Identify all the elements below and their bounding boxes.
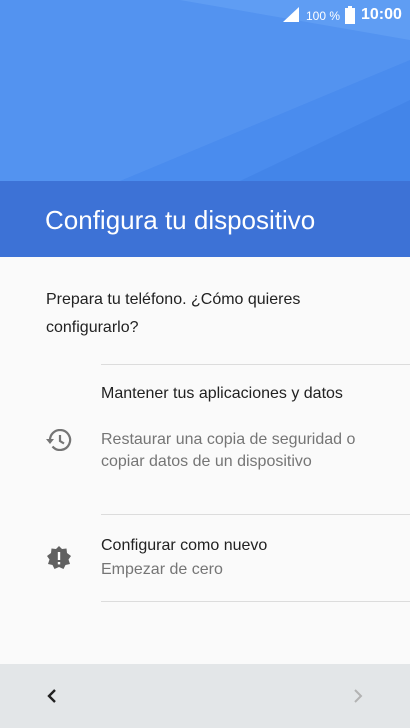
chevron-right-icon[interactable]	[346, 684, 370, 708]
battery-icon	[345, 6, 355, 24]
setup-as-new-option[interactable]: Configurar como nuevo Empezar de cero	[0, 515, 410, 601]
setup-prompt: Prepara tu teléfono. ¿Cómo quieres confi…	[46, 291, 301, 336]
option-title: Mantener tus aplicaciones y datos	[101, 385, 343, 402]
setup-content: Prepara tu teléfono. ¿Cómo quieres confi…	[0, 257, 410, 664]
header-banner: 100 % 10:00	[0, 0, 410, 181]
option-subtitle: Restaurar una copia de seguridad o copia…	[101, 431, 356, 470]
title-bar: Configura tu dispositivo	[0, 181, 410, 257]
chevron-left-icon[interactable]	[40, 684, 64, 708]
battery-percent: 100 %	[306, 9, 341, 23]
status-bar: 100 % 10:00	[0, 0, 410, 30]
restore-history-icon	[46, 429, 72, 451]
signal-icon	[283, 7, 299, 22]
new-device-badge-icon	[47, 546, 71, 569]
page-title: Configura tu dispositivo	[45, 205, 316, 235]
option-subtitle: Empezar de cero	[101, 561, 223, 578]
bottom-navigation-bar	[0, 664, 410, 728]
clock: 10:00	[361, 6, 402, 23]
divider	[101, 601, 410, 602]
option-title: Configurar como nuevo	[101, 537, 268, 554]
keep-apps-and-data-option[interactable]: Mantener tus aplicaciones y datos Restau…	[0, 365, 410, 514]
